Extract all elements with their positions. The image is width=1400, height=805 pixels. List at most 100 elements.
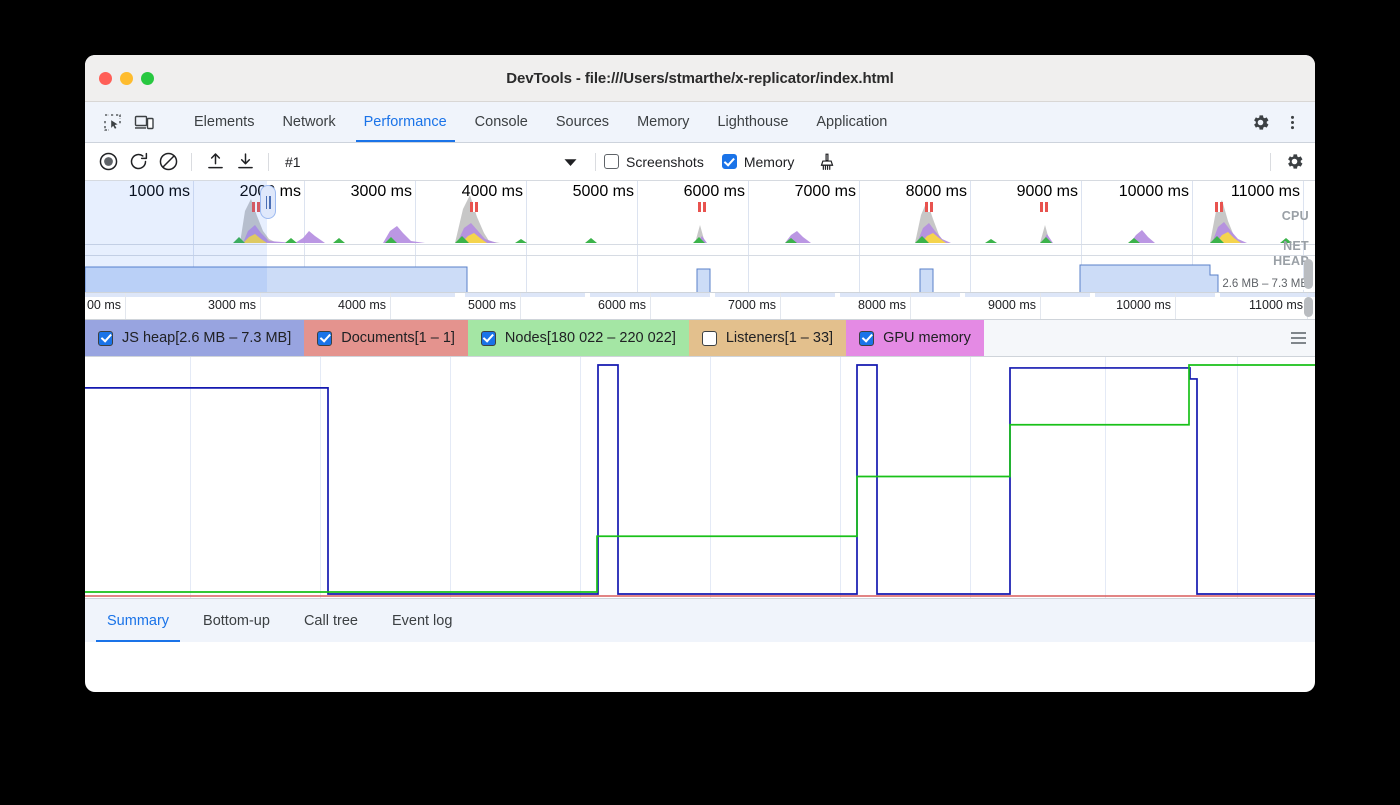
- legend-documents-checkbox: [317, 331, 332, 346]
- toolbar-divider-4: [1270, 153, 1271, 171]
- legend-spacer: [984, 320, 1281, 356]
- tab-event-log[interactable]: Event log: [375, 599, 469, 642]
- legend-nodes[interactable]: Nodes[180 022 – 220 022]: [468, 320, 689, 356]
- tab-performance[interactable]: Performance: [350, 102, 461, 142]
- tab-elements-label: Elements: [194, 114, 254, 130]
- frame-marker: [470, 202, 478, 212]
- legend-listeners-checkbox: [702, 331, 717, 346]
- ruler-tick-label: 3000 ms: [208, 298, 256, 312]
- ruler-tick-label: 7000 ms: [728, 298, 776, 312]
- overview-heap-range-badge: 2.6 MB – 7.3 MB: [1220, 278, 1310, 290]
- legend-documents[interactable]: Documents[1 – 1]: [304, 320, 468, 356]
- toolbar-divider-1: [191, 153, 192, 171]
- legend-listeners-label: Listeners[1 – 33]: [726, 330, 833, 346]
- device-toolbar-icon[interactable]: [129, 107, 159, 137]
- tab-memory-label: Memory: [637, 114, 689, 130]
- tab-bottom-up[interactable]: Bottom-up: [186, 599, 287, 642]
- ruler-tick-label: 4000 ms: [338, 298, 386, 312]
- timeline-overview[interactable]: 1000 ms 2000 ms 3000 ms 4000 ms 5000 ms …: [85, 181, 1315, 293]
- toolbar-right-group: [1262, 148, 1315, 176]
- timeline-ruler[interactable]: 00 ms 3000 ms 4000 ms 5000 ms 6000 ms 70…: [85, 293, 1315, 320]
- load-profile-icon[interactable]: [200, 148, 230, 176]
- overview-cpu-label: CPU: [1282, 209, 1309, 223]
- window-title-bar: DevTools - file:///Users/stmarthe/x-repl…: [85, 55, 1315, 102]
- overview-net-label: NET: [1283, 239, 1309, 253]
- ruler-tick-label: 6000 ms: [598, 298, 646, 312]
- settings-gear-icon[interactable]: [1245, 107, 1275, 137]
- legend-listeners[interactable]: Listeners[1 – 33]: [689, 320, 846, 356]
- tab-elements[interactable]: Elements: [180, 102, 268, 142]
- chevron-down-icon: [564, 154, 577, 170]
- legend-js-heap-label: JS heap[2.6 MB – 7.3 MB]: [122, 330, 291, 346]
- ruler-tick-label: 9000 ms: [988, 298, 1036, 312]
- inspect-element-icon[interactable]: [97, 107, 127, 137]
- tab-network-label: Network: [282, 114, 335, 130]
- legend-js-heap-checkbox: [98, 331, 113, 346]
- legend-gpu-memory[interactable]: GPU memory: [846, 320, 984, 356]
- memory-checkbox-box: [722, 154, 737, 169]
- memory-series-plot: [85, 357, 1315, 598]
- frame-marker: [1215, 202, 1223, 212]
- window-selection-handle-left[interactable]: [260, 185, 276, 219]
- tab-summary-label: Summary: [107, 613, 169, 629]
- window-title: DevTools - file:///Users/stmarthe/x-repl…: [85, 70, 1315, 87]
- details-tab-bar: Summary Bottom-up Call tree Event log: [85, 599, 1315, 642]
- toolbar-divider-2: [268, 153, 269, 171]
- memory-counters-legend: JS heap[2.6 MB – 7.3 MB] Documents[1 – 1…: [85, 320, 1315, 357]
- overview-scrollbar[interactable]: [1304, 259, 1313, 289]
- more-options-icon[interactable]: [1277, 107, 1307, 137]
- collect-garbage-broom-icon[interactable]: [812, 148, 842, 176]
- series-nodes: [85, 365, 1315, 592]
- series-js-heap: [85, 365, 1315, 594]
- memory-counters-chart[interactable]: [85, 357, 1315, 599]
- tab-call-tree-label: Call tree: [304, 613, 358, 629]
- frame-marker: [1040, 202, 1048, 212]
- legend-gpu-memory-checkbox: [859, 331, 874, 346]
- tab-sources[interactable]: Sources: [542, 102, 623, 142]
- record-button-icon[interactable]: [93, 148, 123, 176]
- tab-network[interactable]: Network: [268, 102, 349, 142]
- toolbar-divider-3: [595, 153, 596, 171]
- ruler-tick-label: 11000 ms: [1249, 298, 1303, 312]
- screenshots-checkbox-box: [604, 154, 619, 169]
- frame-marker: [252, 202, 260, 212]
- memory-checkbox[interactable]: Memory: [722, 154, 795, 170]
- tab-summary[interactable]: Summary: [90, 599, 186, 642]
- tab-event-log-label: Event log: [392, 613, 452, 629]
- legend-js-heap[interactable]: JS heap[2.6 MB – 7.3 MB]: [85, 320, 304, 356]
- tab-memory[interactable]: Memory: [623, 102, 703, 142]
- tab-application-label: Application: [816, 114, 887, 130]
- tab-sources-label: Sources: [556, 114, 609, 130]
- ruler-tick-label: 8000 ms: [858, 298, 906, 312]
- capture-settings-gear-icon[interactable]: [1279, 148, 1309, 176]
- timeline-scrollbar-thumb[interactable]: [1304, 297, 1313, 317]
- tab-console-label: Console: [475, 114, 528, 130]
- clear-recording-icon[interactable]: [153, 148, 183, 176]
- devtools-tab-bar: Elements Network Performance Console Sou…: [85, 102, 1315, 143]
- save-profile-icon[interactable]: [230, 148, 260, 176]
- tab-performance-label: Performance: [364, 114, 447, 130]
- frame-marker: [925, 202, 933, 212]
- legend-gpu-memory-label: GPU memory: [883, 330, 971, 346]
- screenshots-checkbox[interactable]: Screenshots: [604, 154, 704, 170]
- legend-nodes-checkbox: [481, 331, 496, 346]
- devtools-window: DevTools - file:///Users/stmarthe/x-repl…: [85, 55, 1315, 692]
- recording-selector-value: #1: [285, 154, 301, 170]
- legend-menu-icon[interactable]: [1281, 320, 1315, 356]
- ruler-tick-label: 5000 ms: [468, 298, 516, 312]
- tab-application[interactable]: Application: [802, 102, 901, 142]
- ruler-tick-label: 10000 ms: [1116, 298, 1171, 312]
- tab-lighthouse[interactable]: Lighthouse: [703, 102, 802, 142]
- tab-console[interactable]: Console: [461, 102, 542, 142]
- memory-label: Memory: [744, 154, 795, 170]
- ruler-tick-label: 00 ms: [87, 298, 121, 312]
- legend-nodes-label: Nodes[180 022 – 220 022]: [505, 330, 676, 346]
- reload-and-record-icon[interactable]: [123, 148, 153, 176]
- tab-bar-right-icons: [1230, 102, 1315, 142]
- tab-call-tree[interactable]: Call tree: [287, 599, 375, 642]
- legend-documents-label: Documents[1 – 1]: [341, 330, 455, 346]
- panel-tabs: Elements Network Performance Console Sou…: [180, 102, 901, 142]
- tab-bottom-up-label: Bottom-up: [203, 613, 270, 629]
- overview-net-divider: [85, 244, 1315, 245]
- recording-selector[interactable]: #1: [277, 154, 587, 170]
